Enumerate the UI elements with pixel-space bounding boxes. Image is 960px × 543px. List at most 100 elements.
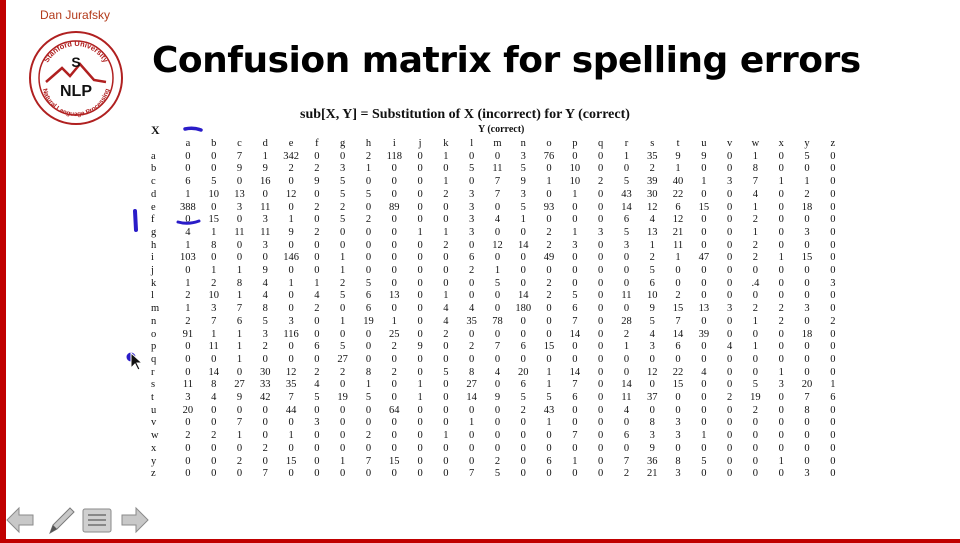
matrix-cell: 14 [569, 328, 581, 340]
matrix-cell: 0 [830, 214, 836, 226]
matrix-cell: 0 [211, 442, 217, 454]
matrix-cell: 0 [804, 277, 810, 289]
matrix-cell: 14 [672, 328, 684, 340]
matrix-cell: 11 [621, 290, 632, 302]
matrix-cell: 0 [469, 328, 475, 340]
column-header-h: h [365, 138, 372, 149]
matrix-cell: 0 [288, 176, 294, 188]
matrix-cell: 0 [314, 315, 320, 327]
matrix-cell: 5 [365, 392, 372, 404]
matrix-cell: 1 [185, 303, 191, 315]
matrix-cell: 0 [340, 404, 346, 416]
matrix-cell: 9 [314, 176, 320, 188]
matrix-cell: 0 [598, 442, 604, 454]
matrix-cell: 0 [443, 379, 449, 391]
matrix-cell: 1 [417, 226, 423, 238]
matrix-cell: 0 [727, 226, 733, 238]
matrix-cell: 0 [340, 430, 346, 442]
matrix-cell: 9 [288, 226, 294, 238]
row-header-o: o [151, 328, 157, 340]
matrix-cell: 11 [492, 163, 503, 175]
matrix-cell: 0 [830, 303, 836, 315]
row-header-e: e [151, 201, 156, 213]
matrix-cell: 2 [288, 163, 294, 175]
matrix-cell: 3 [778, 379, 784, 391]
matrix-cell: 0 [701, 468, 707, 480]
matrix-cell: 0 [340, 417, 346, 429]
matrix-cell: 0 [727, 430, 733, 442]
matrix-cell: 5 [469, 163, 475, 175]
matrix-cell: 0 [340, 442, 346, 454]
matrix-cell: 15 [672, 303, 684, 315]
matrix-cell: 0 [546, 163, 552, 175]
matrix-cell: 0 [727, 442, 733, 454]
matrix-cell: 5 [340, 214, 346, 226]
matrix-cell: 0 [701, 290, 707, 302]
matrix-cell: 5 [804, 150, 810, 162]
matrix-row-z: z 0 0 0 7 0 0 0 0 0 0 0 7 5 0 0 0 0 2 21 3 0 0 0 0 3 0 [145, 468, 846, 481]
matrix-cell: 14 [208, 366, 219, 378]
matrix-cell: 0 [701, 214, 707, 226]
matrix-cell: 0 [830, 417, 836, 429]
matrix-cell: 0 [185, 417, 191, 429]
matrix-caption: sub[X, Y] = Substitution of X (incorrect… [300, 107, 630, 122]
matrix-cell: 0 [752, 430, 759, 442]
matrix-cell: 2 [185, 430, 191, 442]
matrix-cell: 0 [623, 303, 630, 315]
matrix-cell: 0 [778, 353, 784, 365]
matrix-cell: 0 [391, 430, 397, 442]
matrix-cell: 0 [649, 404, 655, 416]
matrix-cell: 0 [778, 341, 784, 353]
matrix-cell: 0 [830, 150, 836, 162]
matrix-cell: 0 [185, 442, 191, 454]
matrix-cell: 1 [752, 201, 759, 213]
row-header-t: t [151, 392, 154, 404]
matrix-cell: 0 [598, 252, 604, 264]
matrix-cell: 40 [672, 176, 684, 188]
matrix-cell: 0 [262, 404, 268, 416]
column-header-f: f [315, 138, 319, 149]
matrix-cell: 0 [804, 214, 810, 226]
matrix-cell: 0 [288, 353, 294, 365]
matrix-cell: 11 [260, 226, 271, 238]
matrix-cell: 0 [494, 404, 501, 416]
matrix-cell: 0 [417, 290, 423, 302]
matrix-cell: 0 [443, 468, 449, 480]
matrix-cell: 1 [340, 265, 346, 277]
matrix-cell: 0 [417, 430, 423, 442]
previous-slide-arrow-icon[interactable] [5, 503, 37, 537]
matrix-cell: 0 [727, 468, 733, 480]
pen-tool-icon[interactable] [44, 503, 76, 537]
matrix-cell: 0 [701, 315, 707, 327]
matrix-cell: 0 [752, 417, 759, 429]
matrix-cell: 0 [417, 442, 423, 454]
matrix-cell: 7 [236, 303, 243, 315]
slide-menu-icon[interactable] [80, 503, 114, 537]
matrix-cell: 0 [443, 341, 449, 353]
matrix-cell: 0 [469, 239, 475, 251]
next-slide-arrow-icon[interactable] [118, 503, 150, 537]
matrix-cell: 0 [830, 455, 836, 467]
matrix-cell: 0 [623, 442, 630, 454]
matrix-cell: 0 [314, 239, 320, 251]
row-header-u: u [151, 404, 157, 416]
matrix-cell: 0 [701, 226, 707, 238]
matrix-cell: 0 [211, 201, 217, 213]
matrix-cell: 0 [417, 366, 423, 378]
matrix-cell: 15 [801, 252, 813, 264]
matrix-cell: 1 [443, 150, 449, 162]
matrix-cell: 342 [283, 150, 299, 162]
annotation-stroke-left [133, 209, 138, 232]
matrix-cell: 0 [211, 163, 217, 175]
matrix-cell: 1 [443, 226, 449, 238]
row-header-h: h [151, 239, 157, 251]
matrix-cell: 0 [804, 315, 810, 327]
matrix-cell: 3 [623, 239, 630, 251]
matrix-cell: 0 [546, 214, 552, 226]
matrix-cell: 4 [314, 379, 320, 391]
matrix-cell: 1 [185, 239, 191, 251]
matrix-cell: 0 [391, 252, 397, 264]
matrix-cell: 0 [494, 201, 501, 213]
matrix-row-s: s 11 8 27 33 35 4 0 1 0 1 0 27 0 6 1 7 0 14 0 15 0 0 5 3 20 1 [145, 379, 846, 392]
matrix-row-c: c 6 5 0 16 0 9 5 0 0 0 1 0 7 9 1 10 2 5 39 40 1 3 7 1 1 0 [145, 176, 846, 189]
